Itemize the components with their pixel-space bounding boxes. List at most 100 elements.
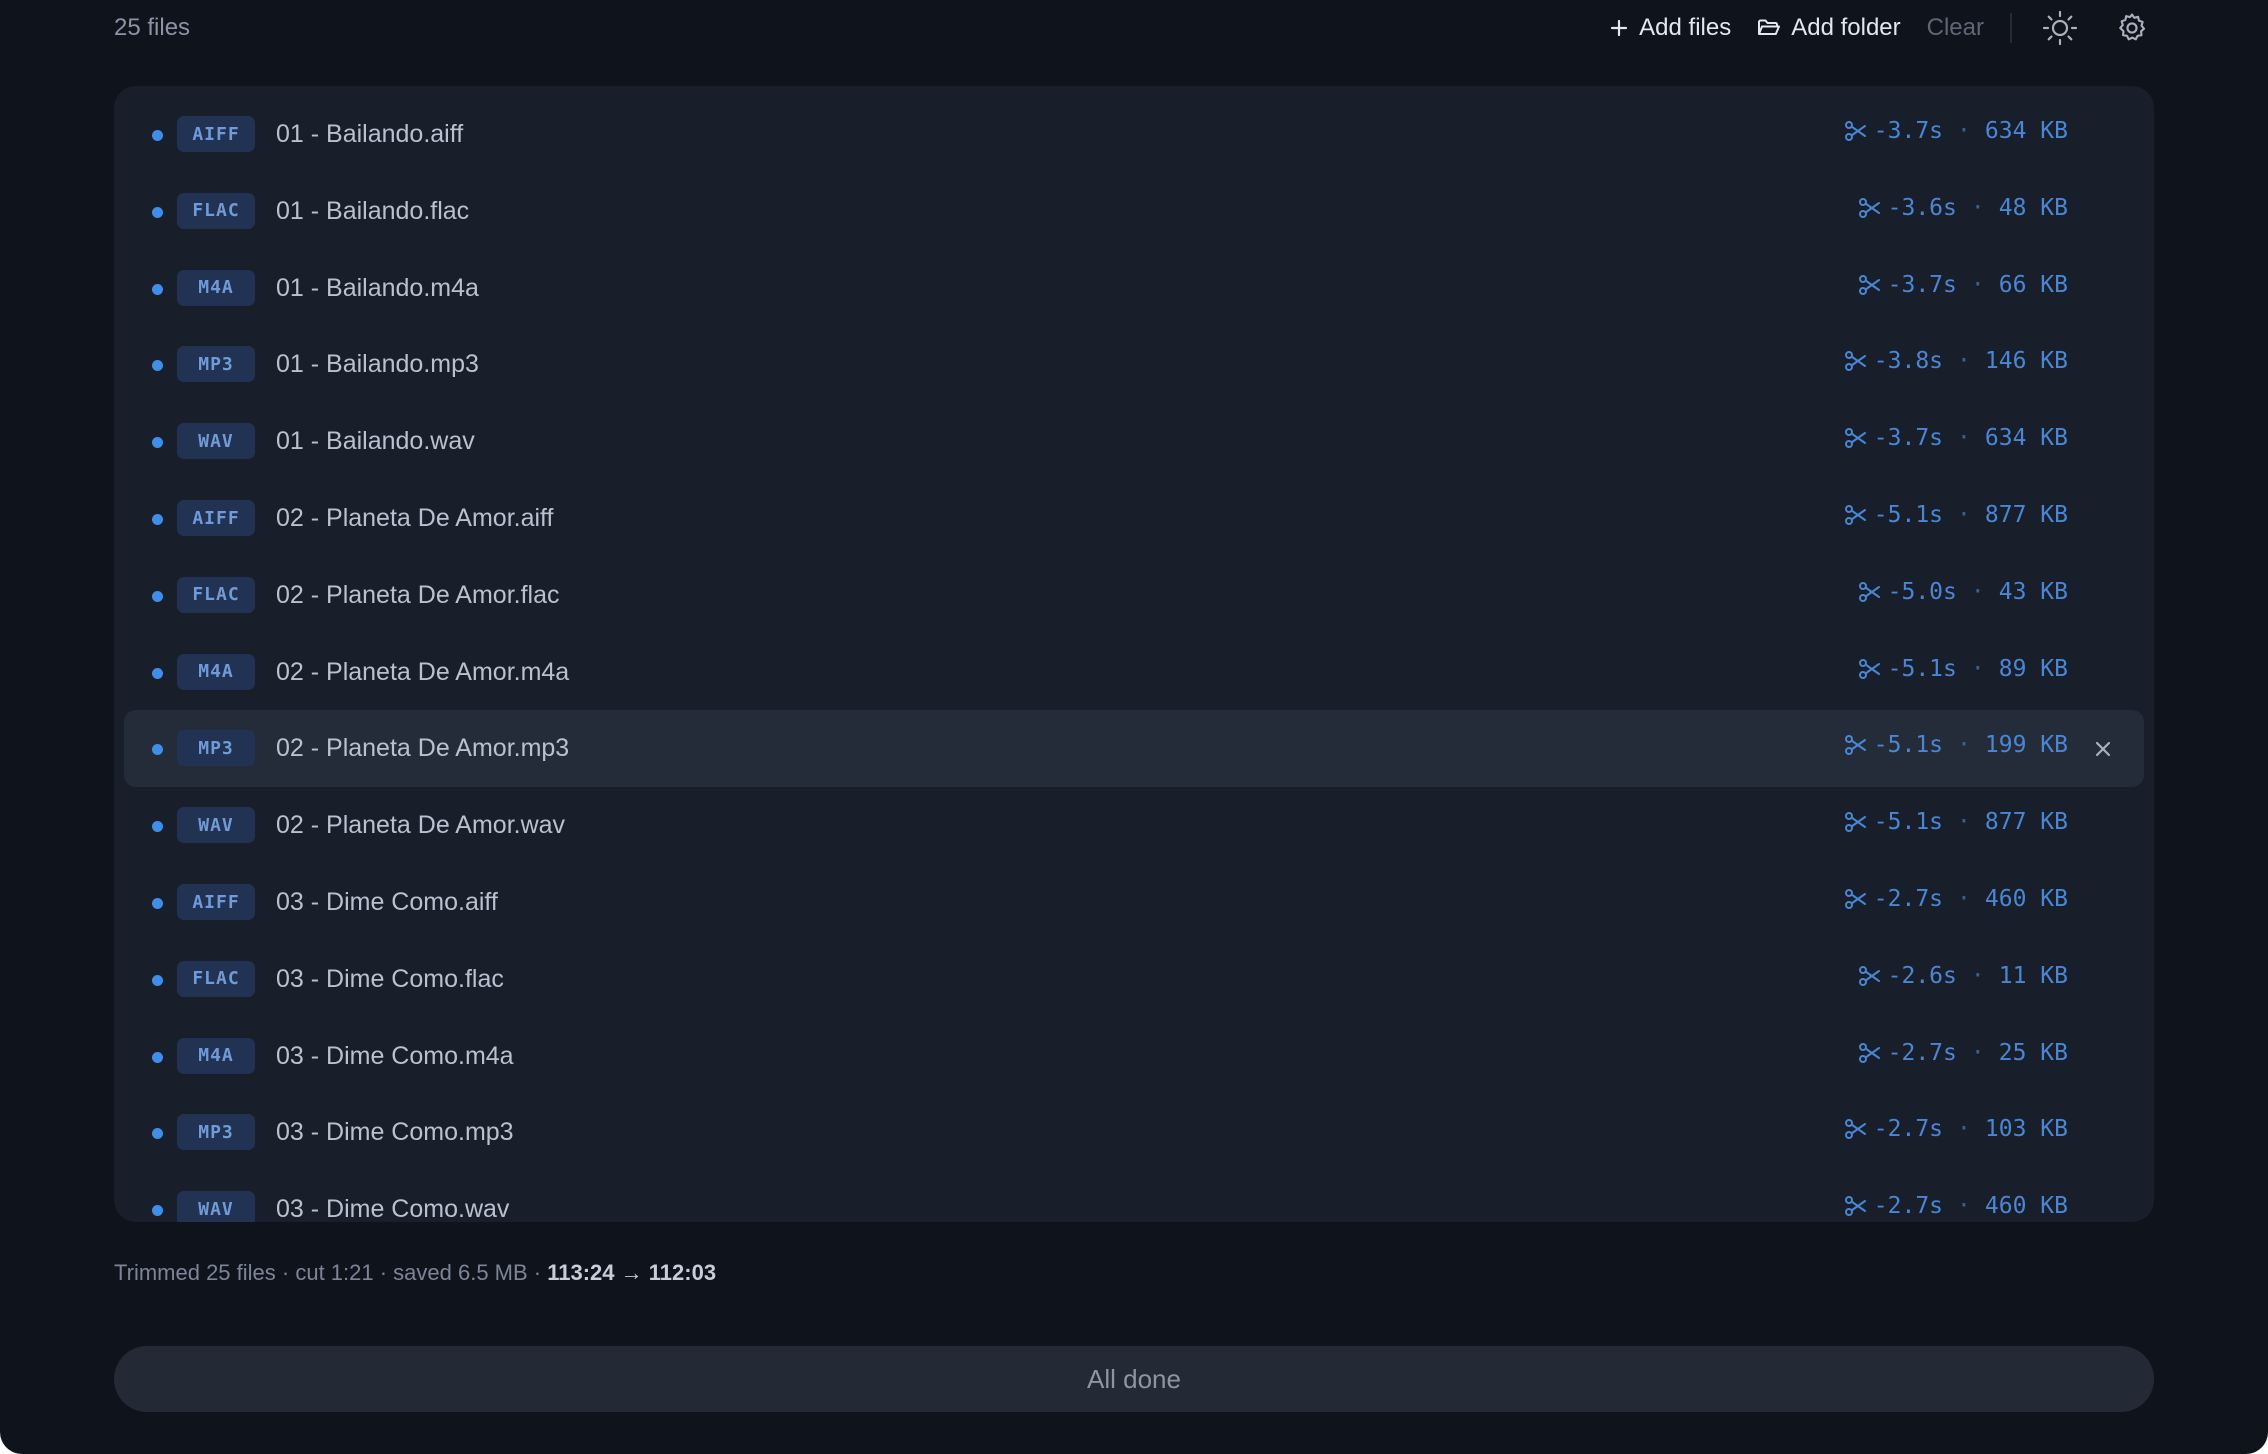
scissors-icon — [1844, 350, 1868, 372]
format-badge: WAV — [177, 1191, 255, 1222]
meta-separator: · — [1957, 1116, 1971, 1143]
file-name: 01 - Bailando.flac — [276, 196, 470, 225]
scissors-icon — [1844, 427, 1868, 449]
scissors-icon — [1858, 274, 1882, 296]
file-meta: -2.7s · 25 KB — [1858, 1040, 2068, 1066]
scissors-icon — [1844, 504, 1868, 526]
file-row[interactable]: M4A 02 - Planeta De Amor.m4a -5.1s · 89 KB — [124, 634, 2144, 711]
app-window: 25 files Add files Add folder Clear AIFF… — [0, 0, 2268, 1454]
scissors-icon — [1858, 965, 1882, 987]
add-files-button[interactable]: Add files — [1609, 14, 1731, 42]
toolbar: 25 files Add files Add folder Clear — [114, 0, 2154, 58]
file-name: 03 - Dime Como.flac — [276, 964, 504, 993]
sun-icon — [2042, 10, 2078, 46]
status-dot — [152, 898, 163, 909]
status-dot — [152, 1051, 163, 1063]
trim-amount: -3.7s — [1887, 271, 1957, 298]
file-name: 01 - Bailando.m4a — [276, 273, 479, 302]
add-files-label: Add files — [1639, 14, 1732, 41]
meta-separator: · — [1957, 732, 1971, 759]
status-dot — [152, 1205, 163, 1217]
trim-amount: -2.7s — [1887, 1039, 1957, 1066]
scissors-icon — [1858, 197, 1882, 219]
file-meta: -3.7s · 66 KB — [1858, 272, 2068, 298]
file-row[interactable]: AIFF 02 - Planeta De Amor.aiff -5.1s · 877 K… — [124, 480, 2144, 557]
theme-toggle-button[interactable] — [2038, 6, 2082, 50]
file-meta: -5.1s · 877 KB — [1844, 809, 2068, 835]
clear-button[interactable]: Clear — [1927, 14, 1984, 42]
meta-separator: · — [1957, 502, 1971, 528]
scissors-icon — [1844, 1195, 1868, 1217]
status-dot — [152, 360, 163, 372]
file-meta: -3.7s · 634 KB — [1844, 425, 2068, 451]
toolbar-actions: Add files Add folder Clear — [1609, 6, 2154, 50]
trim-amount: -2.7s — [1873, 1116, 1944, 1143]
file-name: 01 - Bailando.mp3 — [276, 350, 479, 379]
file-row[interactable]: WAV 02 - Planeta De Amor.wav -5.1s · 877 KB — [124, 787, 2144, 864]
file-row[interactable]: AIFF 03 - Dime Como.aiff -2.7s · 460 KB — [124, 864, 2144, 941]
format-badge: FLAC — [177, 960, 255, 997]
scissors-icon — [1858, 581, 1882, 603]
meta-separator: · — [1957, 348, 1971, 375]
status-dot — [152, 1128, 163, 1140]
format-badge: FLAC — [177, 576, 255, 613]
file-size: 48 KB — [1998, 194, 2068, 221]
file-size: 103 KB — [1984, 1116, 2068, 1143]
trim-amount: -5.0s — [1887, 578, 1957, 605]
status-dot — [152, 744, 163, 756]
file-count-label: 25 files — [114, 14, 191, 41]
close-icon — [2095, 742, 2111, 757]
status-dot — [152, 283, 163, 295]
file-row[interactable]: FLAC 03 - Dime Como.flac -2.6s · 11 KB — [124, 941, 2144, 1018]
status-dot — [152, 590, 163, 602]
trim-amount: -5.1s — [1873, 732, 1944, 759]
remove-file-button[interactable] — [2090, 736, 2116, 762]
file-name: 02 - Planeta De Amor.wav — [276, 811, 566, 840]
file-name: 01 - Bailando.wav — [276, 427, 475, 456]
file-size: 89 KB — [1998, 655, 2068, 682]
format-badge: MP3 — [177, 346, 255, 383]
file-size: 11 KB — [1998, 962, 2068, 989]
file-size: 25 KB — [1998, 1039, 2068, 1066]
status-dot — [152, 437, 163, 449]
trim-amount: -2.7s — [1873, 1193, 1944, 1220]
trim-amount: -5.1s — [1887, 655, 1957, 682]
file-row[interactable]: FLAC 02 - Planeta De Amor.flac -5.0s · 43 KB — [124, 557, 2144, 634]
meta-separator: · — [1957, 425, 1971, 452]
file-row[interactable]: FLAC 01 - Bailando.flac -3.6s · 48 KB — [124, 173, 2144, 250]
add-folder-button[interactable]: Add folder — [1757, 14, 1901, 42]
file-meta: -5.1s · 89 KB — [1858, 656, 2068, 682]
status-dot — [152, 206, 163, 218]
trim-amount: -3.8s — [1873, 348, 1944, 375]
file-row[interactable]: MP3 01 - Bailando.mp3 -3.8s · 146 KB — [124, 326, 2144, 403]
file-row[interactable]: WAV 03 - Dime Como.wav -2.7s · 460 KB — [124, 1171, 2144, 1222]
format-badge: M4A — [177, 653, 255, 690]
status-dot — [152, 130, 163, 141]
status-dot — [152, 974, 163, 986]
scissors-icon — [1844, 1118, 1868, 1140]
all-done-button[interactable]: All done — [114, 1346, 2154, 1412]
file-row[interactable]: WAV 01 - Bailando.wav -3.7s · 634 KB — [124, 403, 2144, 480]
file-row[interactable]: MP3 03 - Dime Como.mp3 -2.7s · 103 KB — [124, 1094, 2144, 1171]
file-size: 146 KB — [1984, 348, 2068, 375]
duration-after: 112:03 — [648, 1260, 717, 1285]
file-size: 43 KB — [1998, 578, 2068, 605]
meta-separator: · — [1957, 809, 1971, 836]
settings-button[interactable] — [2110, 6, 2154, 50]
meta-separator: · — [1957, 118, 1971, 144]
meta-separator: · — [1970, 194, 1985, 221]
file-meta: -2.6s · 11 KB — [1858, 963, 2068, 989]
scissors-icon — [1844, 811, 1868, 833]
file-row[interactable]: M4A 01 - Bailando.m4a -3.7s · 66 KB — [124, 250, 2144, 327]
file-row[interactable]: AIFF 01 - Bailando.aiff -3.7s · 634 KB — [124, 96, 2144, 173]
file-size: 66 KB — [1998, 271, 2068, 298]
file-name: 03 - Dime Como.wav — [276, 1195, 510, 1222]
file-size: 877 KB — [1984, 502, 2068, 528]
scissors-icon — [1858, 1042, 1882, 1064]
meta-separator: · — [1957, 1193, 1971, 1220]
file-size: 460 KB — [1984, 1193, 2068, 1220]
file-row[interactable]: M4A 03 - Dime Como.m4a -2.7s · 25 KB — [124, 1018, 2144, 1095]
file-row[interactable]: MP3 02 - Planeta De Amor.mp3 -5.1s · 199 KB — [124, 710, 2144, 788]
file-name: 03 - Dime Como.m4a — [276, 1041, 514, 1070]
toolbar-divider — [2010, 13, 2012, 43]
